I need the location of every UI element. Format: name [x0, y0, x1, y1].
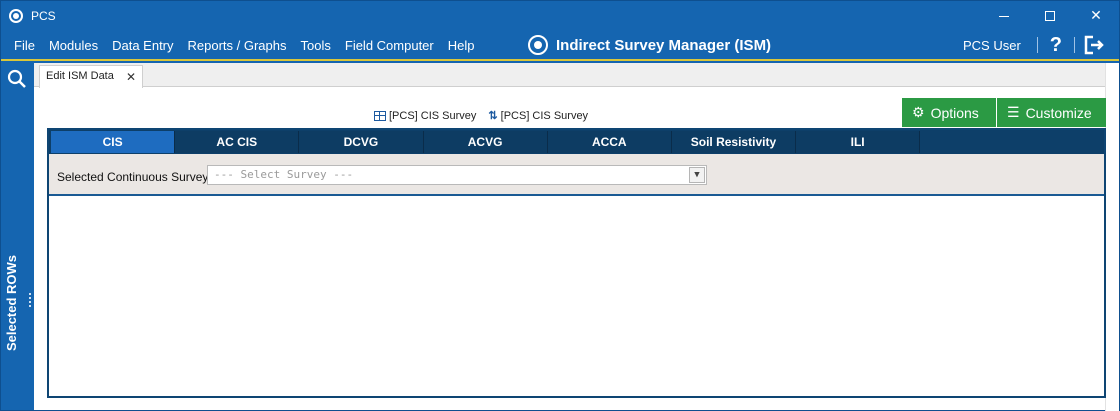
ism-module-icon: [528, 35, 548, 55]
survey-select-value: --- Select Survey ---: [214, 168, 354, 181]
main-content: Edit ISM Data ✕ [PCS] CIS Survey ⇅ [PCS]…: [34, 63, 1119, 411]
minimize-button[interactable]: [981, 1, 1027, 31]
tab-acvg[interactable]: ACVG: [423, 131, 548, 153]
survey-sort-link[interactable]: ⇅ [PCS] CIS Survey: [488, 109, 589, 123]
title-bar: PCS ✕: [1, 1, 1119, 31]
logout-icon[interactable]: [1083, 34, 1105, 56]
tab-bar-filler: [920, 131, 1102, 153]
left-sidebar: Selected ROWs: [1, 63, 34, 410]
survey-table-link[interactable]: [PCS] CIS Survey: [374, 109, 476, 122]
selected-survey-label: Selected Continuous Survey: [57, 170, 209, 184]
divider: [1074, 37, 1076, 53]
app-window: PCS ✕ File Modules Data Entry Reports / …: [0, 0, 1120, 411]
vertical-scrollbar[interactable]: [1105, 63, 1119, 411]
chevron-down-icon[interactable]: ▼: [689, 167, 705, 183]
sliders-icon: ☰: [1007, 104, 1020, 120]
drag-handle[interactable]: [29, 293, 31, 307]
user-name[interactable]: PCS User: [963, 38, 1029, 53]
tab-soil-resistivity[interactable]: Soil Resistivity: [671, 131, 797, 153]
close-icon: ✕: [1090, 8, 1102, 24]
menu-modules[interactable]: Modules: [42, 31, 105, 59]
close-window-button[interactable]: ✕: [1073, 1, 1119, 31]
search-icon[interactable]: [6, 68, 28, 90]
survey-table-label: [PCS] CIS Survey: [389, 109, 477, 122]
survey-links: [PCS] CIS Survey ⇅ [PCS] CIS Survey: [374, 109, 588, 122]
tab-acca[interactable]: ACCA: [547, 131, 672, 153]
menu-field-computer[interactable]: Field Computer: [338, 31, 441, 59]
menu-list: File Modules Data Entry Reports / Graphs…: [7, 31, 482, 59]
menu-data-entry[interactable]: Data Entry: [105, 31, 180, 59]
module-header: Indirect Survey Manager (ISM): [528, 35, 771, 55]
tab-ili[interactable]: ILI: [796, 131, 921, 153]
divider: [1036, 37, 1038, 53]
document-tab-strip: Edit ISM Data ✕: [34, 63, 1119, 88]
table-icon: [374, 110, 386, 121]
survey-panel: CIS AC CIS DCVG ACVG ACCA Soil Resistivi…: [47, 128, 1106, 398]
tab-edit-ism-data[interactable]: Edit ISM Data ✕: [39, 65, 143, 88]
tab-close-icon[interactable]: ✕: [126, 70, 136, 84]
tab-dcvg[interactable]: DCVG: [299, 131, 424, 153]
selected-rows-toggle[interactable]: Selected ROWs: [4, 243, 19, 363]
customize-button[interactable]: ☰ Customize: [997, 98, 1106, 127]
survey-sort-label: [PCS] CIS Survey: [500, 109, 589, 122]
window-title: PCS: [31, 9, 56, 23]
maximize-icon: [1045, 11, 1055, 21]
tab-ac-cis[interactable]: AC CIS: [175, 131, 300, 153]
module-title: Indirect Survey Manager (ISM): [556, 36, 772, 54]
survey-selector-row: Selected Continuous Survey --- Select Su…: [49, 154, 1104, 196]
maximize-button[interactable]: [1027, 1, 1073, 31]
menu-bar: File Modules Data Entry Reports / Graphs…: [1, 31, 1119, 61]
survey-select[interactable]: --- Select Survey --- ▼: [207, 165, 707, 185]
minimize-icon: [999, 15, 1009, 17]
gear-icon: ⚙: [912, 104, 925, 120]
user-area: PCS User ?: [963, 31, 1105, 59]
menu-file[interactable]: File: [7, 31, 42, 59]
options-button[interactable]: ⚙ Options: [902, 98, 996, 127]
survey-tab-bar: CIS AC CIS DCVG ACVG ACCA Soil Resistivi…: [49, 130, 1104, 154]
sort-icon: ⇅: [488, 110, 498, 122]
tab-label: Edit ISM Data: [46, 70, 114, 82]
customize-label: Customize: [1025, 104, 1092, 121]
menu-reports-graphs[interactable]: Reports / Graphs: [181, 31, 294, 59]
menu-help[interactable]: Help: [441, 31, 482, 59]
app-logo-icon: [9, 9, 23, 23]
menu-tools[interactable]: Tools: [294, 31, 338, 59]
tab-cis[interactable]: CIS: [51, 131, 176, 153]
help-icon[interactable]: ?: [1046, 34, 1066, 57]
options-label: Options: [930, 104, 979, 121]
